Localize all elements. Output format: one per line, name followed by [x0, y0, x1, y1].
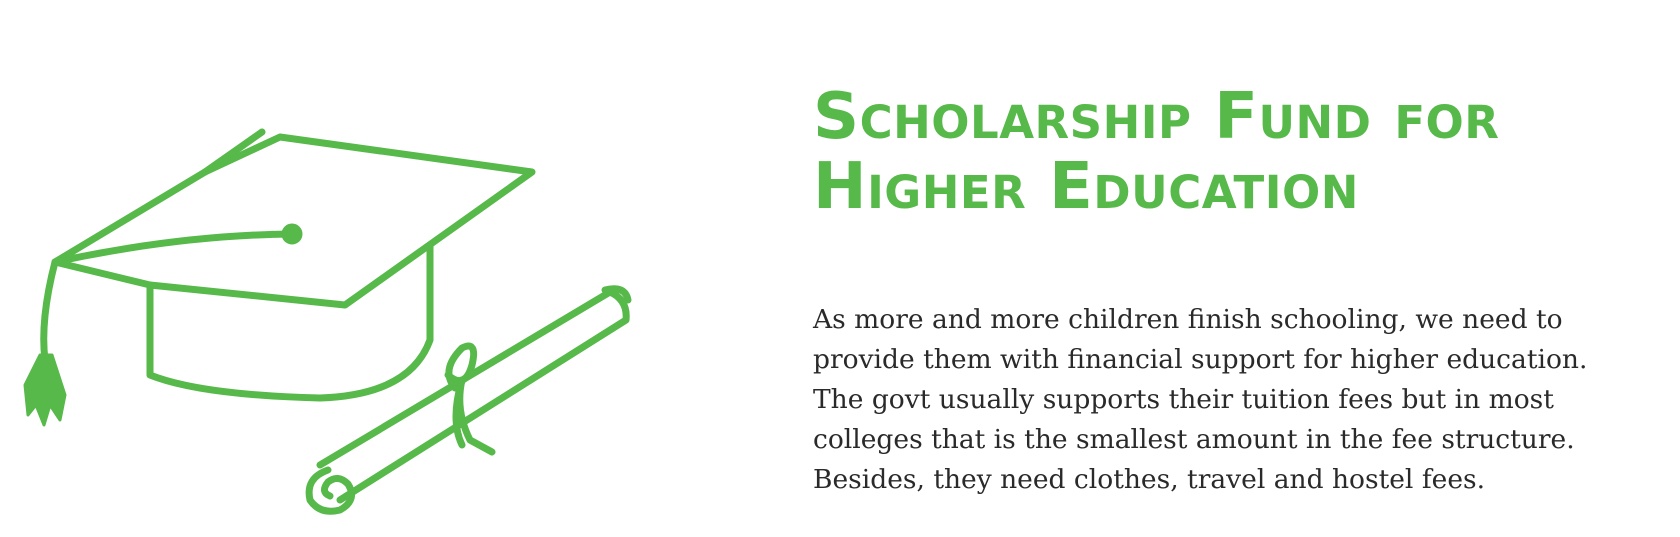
description-paragraph: As more and more children finish schooli… [813, 300, 1673, 500]
description-line: As more and more children finish schooli… [813, 304, 1563, 335]
graduation-illustration [23, 128, 632, 515]
diploma-scroll-icon [305, 285, 632, 515]
graduation-cap-icon [40, 128, 536, 402]
description-line: The govt usually supports their tuition … [813, 384, 1554, 415]
tassel-icon [23, 353, 67, 427]
title-line-2: Higher Education [813, 150, 1359, 224]
page-title: Scholarship Fund for Higher Education [813, 82, 1633, 222]
description-line: provide them with financial support for … [813, 344, 1588, 375]
description-line: Besides, they need clothes, travel and h… [813, 464, 1486, 495]
title-line-1: Scholarship Fund for [813, 80, 1500, 154]
description-line: colleges that is the smallest amount in … [813, 424, 1575, 455]
